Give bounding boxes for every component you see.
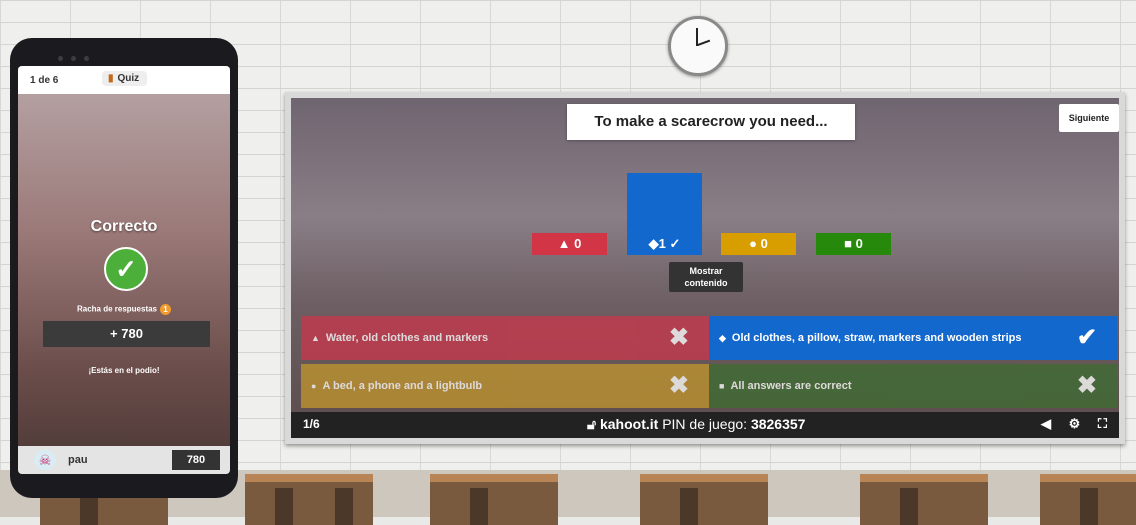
pin-label: PIN de juego:	[662, 416, 748, 432]
answer-text: Water, old clothes and markers	[325, 332, 489, 344]
podium-text: ¡Estás en el podio!	[88, 366, 160, 375]
result-bar-fill	[627, 173, 702, 233]
fullscreen-icon[interactable]: ⛶	[1098, 416, 1107, 431]
phone-device: 1 de 6 ▮ Quiz Correcto ✓ Racha de respues…	[10, 38, 238, 498]
cross-icon: ✖	[668, 372, 689, 399]
result-count: ▲ 0	[532, 233, 607, 255]
game-board: To make a scarecrow you need... Siguient…	[285, 92, 1125, 444]
desk	[430, 474, 558, 525]
answer-option: ◆ Old clothes, a pillow, straw, markers a…	[709, 316, 1117, 360]
cross-icon: ✖	[1076, 372, 1097, 399]
answer-shape-icon: ▲	[311, 333, 320, 343]
result-bar-1: ▲ 0	[532, 98, 607, 255]
check-icon: ✓	[104, 247, 148, 291]
result-bar-4: ■ 0	[816, 98, 891, 255]
game-footer: 1/6 🔓︎ kahoot.it PIN de juego: 3826357 ◀…	[291, 412, 1119, 438]
player-bar: ☠ pau 780	[18, 446, 230, 474]
player-name: pau	[68, 454, 88, 466]
streak-badge: 1	[160, 304, 172, 315]
gear-icon[interactable]: ⚙	[1069, 416, 1081, 431]
desk	[245, 474, 373, 525]
result-count: ● 0	[721, 233, 796, 255]
lock-icon: 🔓︎	[587, 416, 597, 432]
avatar: ☠	[34, 450, 56, 470]
points-gained: + 780	[43, 321, 210, 347]
player-score: 780	[172, 450, 220, 470]
footer-controls: ◀ ⚙ ⛶	[1027, 416, 1107, 432]
quiz-icon: ▮	[108, 73, 114, 84]
answer-shape-icon: ●	[311, 381, 317, 391]
result-count: ■ 0	[816, 233, 891, 255]
game-pin: 🔓︎ kahoot.it PIN de juego: 3826357	[587, 416, 805, 433]
streak-label-row: Racha de respuestas 1	[18, 304, 230, 315]
quiz-label: Quiz	[117, 73, 140, 84]
next-button[interactable]: Siguiente	[1059, 104, 1119, 132]
result-count: ◆1 ✓	[627, 233, 702, 255]
answer-text: Old clothes, a pillow, straw, markers an…	[731, 332, 1022, 344]
quiz-badge: ▮ Quiz	[102, 71, 148, 86]
board-screen: To make a scarecrow you need... Siguient…	[291, 98, 1119, 438]
result-bar-3: ● 0	[721, 98, 796, 255]
answer-shape-icon: ◆	[719, 333, 726, 343]
answer-option: ■ All answers are correct ✖	[709, 364, 1117, 408]
check-icon: ✔	[1076, 324, 1097, 351]
phone-header: 1 de 6 ▮ Quiz	[18, 66, 230, 94]
desk	[640, 474, 768, 525]
desk	[1040, 474, 1136, 525]
streak-label: Racha de respuestas	[76, 304, 158, 314]
show-content-button[interactable]: Mostrar contenido	[669, 262, 743, 292]
site-name: kahoot.it	[599, 416, 659, 432]
answer-text: A bed, a phone and a lightbulb	[322, 380, 483, 392]
phone-sensors	[58, 48, 188, 61]
question-title: To make a scarecrow you need...	[567, 104, 855, 140]
answer-option: ▲ Water, old clothes and markers ✖	[301, 316, 709, 360]
result-bar-2: ◆1 ✓	[627, 98, 702, 255]
answer-option: ● A bed, a phone and a lightbulb ✖	[301, 364, 709, 408]
result-title: Correcto	[90, 218, 158, 235]
answer-shape-icon: ■	[719, 381, 725, 391]
phone-screen: 1 de 6 ▮ Quiz Correcto ✓ Racha de respues…	[18, 66, 230, 474]
desk	[860, 474, 988, 525]
question-progress: 1/6	[303, 417, 320, 431]
wall-clock	[668, 16, 728, 76]
volume-icon[interactable]: ◀	[1041, 416, 1051, 431]
pin-value: 3826357	[750, 416, 806, 432]
question-counter: 1 de 6	[30, 75, 59, 86]
answer-text: All answers are correct	[730, 380, 852, 392]
cross-icon: ✖	[668, 324, 689, 351]
